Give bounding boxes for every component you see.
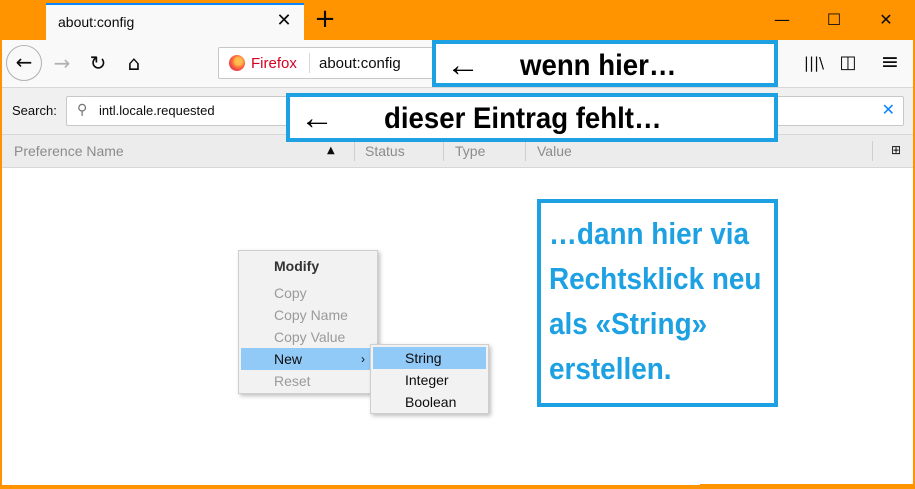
home-button[interactable]: ⌂ xyxy=(118,47,150,79)
back-button[interactable]: ← xyxy=(6,45,42,81)
annotation-line: erstellen. xyxy=(549,351,672,386)
column-preference-name[interactable]: Preference Name xyxy=(14,143,124,159)
annotation-box-search: ← dieser Eintrag fehlt… xyxy=(286,93,778,142)
menu-item-copy-value[interactable]: Copy Value xyxy=(241,326,375,348)
library-icon[interactable]: |||\ xyxy=(798,47,830,79)
menu-item-reset[interactable]: Reset xyxy=(241,370,375,392)
search-value: intl.locale.requested xyxy=(99,103,215,118)
column-separator[interactable] xyxy=(354,141,355,161)
tab-bar: about:config ✕ + — ☐ ✕ xyxy=(0,0,915,40)
reload-button[interactable]: ↻ xyxy=(82,47,114,79)
submenu-item-string[interactable]: String xyxy=(373,347,486,369)
menu-item-copy[interactable]: Copy xyxy=(241,282,375,304)
column-picker-icon[interactable]: ⊞ xyxy=(891,143,901,157)
firefox-logo-icon xyxy=(229,55,245,71)
identity-label: Firefox xyxy=(251,55,297,72)
menu-item-new[interactable]: New › xyxy=(241,348,375,370)
browser-window: about:config ✕ + — ☐ ✕ ← → ↻ ⌂ Firefox a… xyxy=(0,0,915,489)
minimize-button[interactable]: — xyxy=(759,6,805,34)
annotation-box-instructions: …dann hier via Rechtsklick neu als «Stri… xyxy=(537,199,778,407)
annotation-line: als «String» xyxy=(549,306,708,341)
search-label: Search: xyxy=(12,103,57,118)
annotation-text: dieser Eintrag fehlt… xyxy=(384,102,662,135)
tab-about-config[interactable]: about:config ✕ xyxy=(46,3,304,40)
window-border xyxy=(700,484,915,489)
tab-close-icon[interactable]: ✕ xyxy=(272,9,296,33)
annotation-text: wenn hier… xyxy=(520,49,677,82)
maximize-button[interactable]: ☐ xyxy=(811,6,857,34)
new-submenu: String Integer Boolean xyxy=(370,344,489,414)
column-separator[interactable] xyxy=(443,141,444,161)
column-separator[interactable] xyxy=(872,141,873,161)
submenu-item-integer[interactable]: Integer xyxy=(373,369,486,391)
url-text: about:config xyxy=(319,55,401,72)
column-separator[interactable] xyxy=(525,141,526,161)
menu-item-copy-name[interactable]: Copy Name xyxy=(241,304,375,326)
context-menu: Modify Copy Copy Name Copy Value New › R… xyxy=(238,250,378,394)
submenu-item-boolean[interactable]: Boolean xyxy=(373,391,486,413)
tab-title: about:config xyxy=(58,14,135,30)
annotation-line: …dann hier via xyxy=(549,216,750,251)
sidebar-icon[interactable]: ◫ xyxy=(832,47,864,79)
new-tab-button[interactable]: + xyxy=(310,5,340,35)
column-status[interactable]: Status xyxy=(365,143,405,159)
sort-ascending-icon: ▲ xyxy=(327,145,335,156)
annotation-line: Rechtsklick neu xyxy=(549,261,762,296)
search-icon: ⚲ xyxy=(77,102,88,118)
menu-item-modify[interactable]: Modify xyxy=(241,255,375,277)
annotation-arrow-icon: ← xyxy=(446,46,480,84)
annotation-box-url: ← wenn hier… xyxy=(432,40,778,87)
column-type[interactable]: Type xyxy=(455,143,485,159)
close-window-button[interactable]: ✕ xyxy=(863,6,909,34)
annotation-arrow-icon: ← xyxy=(300,99,334,137)
forward-button[interactable]: → xyxy=(46,47,78,79)
column-value[interactable]: Value xyxy=(537,143,572,159)
submenu-arrow-icon: › xyxy=(361,352,365,366)
url-separator xyxy=(309,53,310,73)
hamburger-menu-icon[interactable]: ≡ xyxy=(874,47,906,79)
clear-search-icon[interactable]: ✕ xyxy=(882,100,895,119)
